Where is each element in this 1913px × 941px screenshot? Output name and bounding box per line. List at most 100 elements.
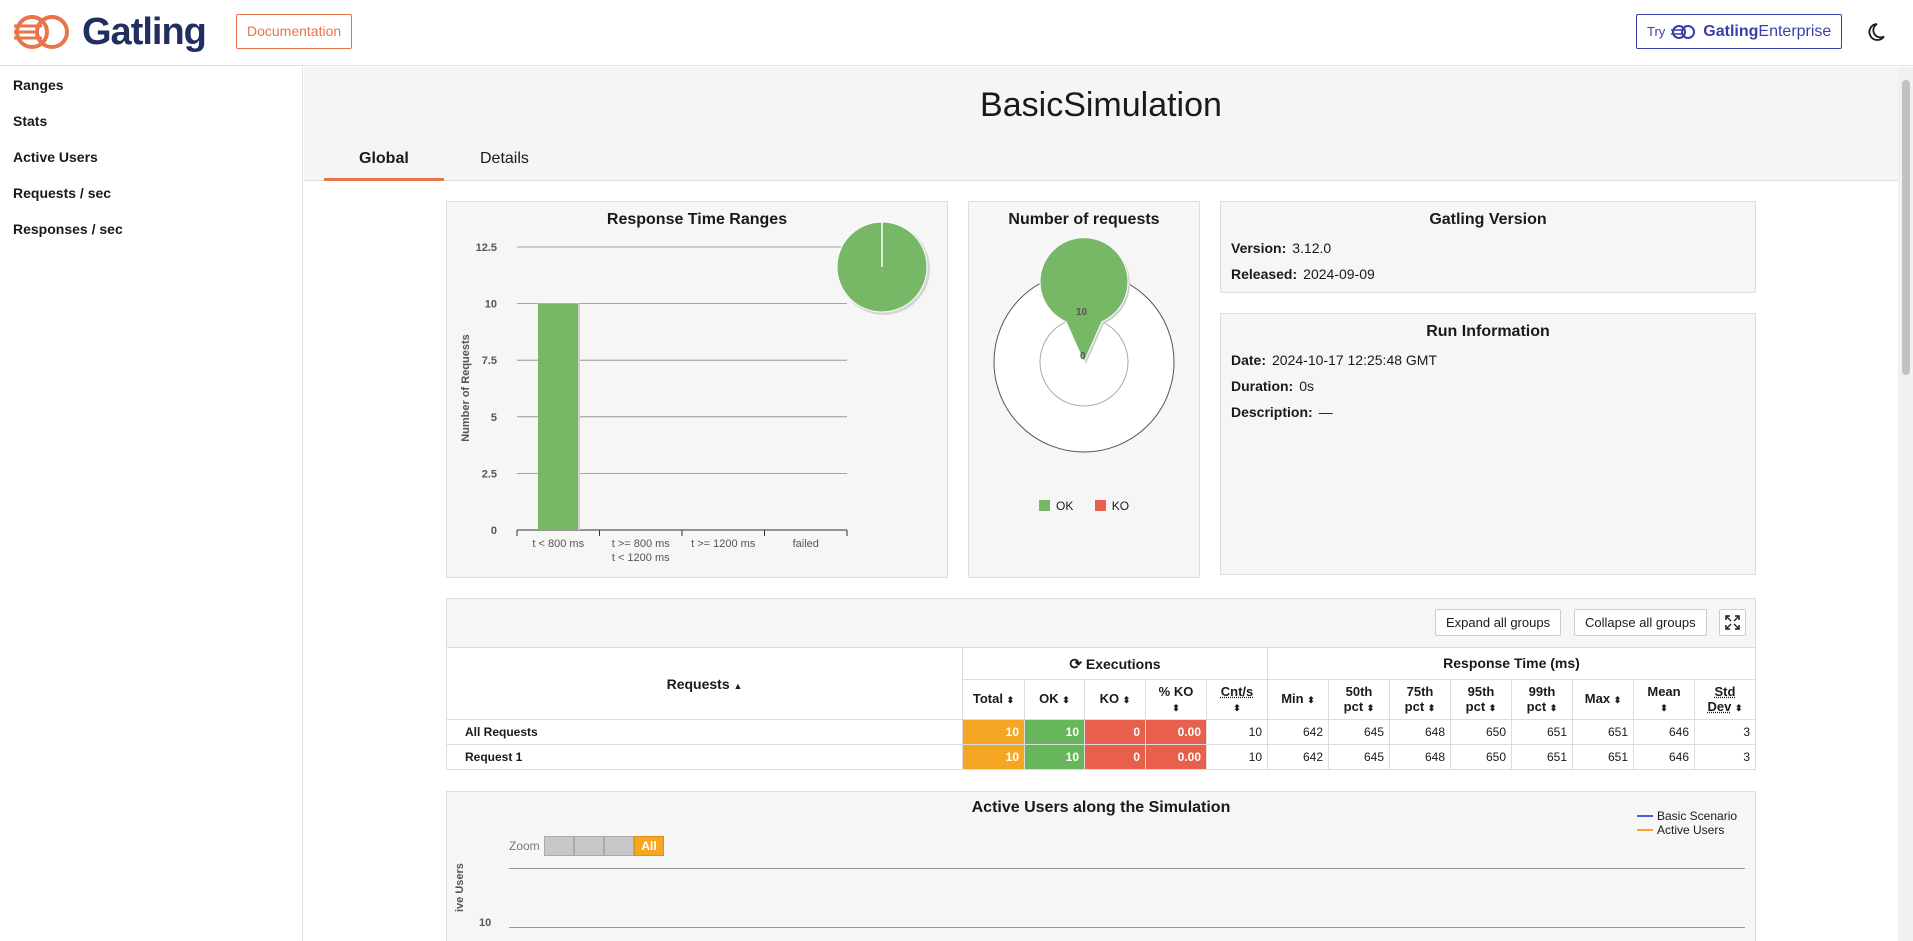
try-enterprise-button[interactable]: Try GatlingEnterprise (1636, 14, 1842, 49)
sidebar: Ranges Stats Active Users Requests / sec… (0, 67, 303, 941)
active-users-card: Active Users along the Simulation Basic … (446, 791, 1756, 941)
page-title: BasicSimulation (304, 86, 1898, 125)
cell-mean: 646 (1634, 745, 1695, 770)
cell-std: 3 (1695, 745, 1756, 770)
col-75th-pct[interactable]: 75th pct ⬍ (1390, 680, 1451, 720)
refresh-icon: ⟳ (1069, 656, 1082, 673)
run-info-title: Run Information (1221, 323, 1755, 341)
cell-p95: 650 (1451, 745, 1512, 770)
col-cnt-per-sec[interactable]: Cnt/s ⬍ (1207, 680, 1268, 720)
col-ok[interactable]: OK ⬍ (1025, 680, 1085, 720)
legend-line-active-users (1637, 829, 1653, 831)
bar (538, 304, 578, 530)
cell-total: 10 (963, 720, 1025, 745)
y-axis-label: ive Users (454, 863, 466, 912)
y-tick-label: 5 (491, 412, 497, 424)
released-row: Released: 2024-09-09 (1231, 266, 1375, 282)
table-row[interactable]: Request 1 10 10 0 0.00 10 642 645 648 65… (447, 745, 1756, 770)
cell-p75: 648 (1390, 720, 1451, 745)
cell-std: 3 (1695, 720, 1756, 745)
col-min[interactable]: Min ⬍ (1268, 680, 1329, 720)
row-name[interactable]: Request 1 (447, 745, 963, 770)
gatling-version-card: Gatling Version Version: 3.12.0 Released:… (1220, 201, 1756, 293)
expand-all-groups-button[interactable]: Expand all groups (1435, 609, 1561, 636)
sort-asc-icon: ▲ (734, 681, 743, 691)
cell-total: 10 (963, 745, 1025, 770)
duration-value: 0s (1299, 378, 1314, 394)
ko-value-label: 0 (1080, 351, 1086, 362)
version-value: 3.12.0 (1292, 240, 1331, 256)
legend-swatch-ko (1095, 500, 1106, 511)
cell-p99: 651 (1512, 720, 1573, 745)
zoom-button-3[interactable] (604, 836, 634, 856)
top-bar: Gatling Documentation Try GatlingEnterpr… (0, 0, 1913, 66)
sidebar-item-responses-per-sec[interactable]: Responses / sec (13, 221, 123, 237)
tab-global[interactable]: Global (359, 150, 409, 168)
col-50th-pct[interactable]: 50th pct ⬍ (1329, 680, 1390, 720)
sidebar-item-ranges[interactable]: Ranges (13, 77, 64, 93)
version-title: Gatling Version (1221, 211, 1755, 229)
active-users-legend: Basic Scenario Active Users (1637, 809, 1737, 837)
requests-pie-chart: 100 (969, 202, 1199, 542)
col-mean[interactable]: Mean ⬍ (1634, 680, 1695, 720)
zoom-button-1[interactable] (544, 836, 574, 856)
active-tab-indicator (324, 178, 444, 181)
legend-item-basic-scenario[interactable]: Basic Scenario (1637, 809, 1737, 823)
cell-p50: 645 (1329, 745, 1390, 770)
y-tick-label: 0 (491, 525, 497, 537)
legend-item-active-users[interactable]: Active Users (1637, 823, 1737, 837)
response-time-ranges-card: Response Time Ranges 0 2.5 5 7.5 10 12.5 Numbe… (446, 201, 948, 578)
ranges-chart: 02.557.51012.5Number of Requestst < 800 … (447, 202, 947, 577)
y-tick-label: 7.5 (482, 355, 497, 367)
zoom-range-line (509, 868, 1745, 869)
documentation-button[interactable]: Documentation (236, 14, 352, 49)
x-tick-label: t >= 1200 ms (691, 538, 756, 550)
sidebar-item-stats[interactable]: Stats (13, 113, 47, 129)
cell-ko: 0 (1085, 745, 1146, 770)
col-95th-pct[interactable]: 95th pct ⬍ (1451, 680, 1512, 720)
legend-item-ko[interactable]: KO (1095, 499, 1129, 513)
cell-pct-ko: 0.00 (1146, 745, 1207, 770)
try-label: Try (1647, 24, 1665, 39)
version-row: Version: 3.12.0 (1231, 240, 1331, 256)
y-tick-label: 10 (485, 299, 497, 311)
col-99th-pct[interactable]: 99th pct ⬍ (1512, 680, 1573, 720)
legend-item-ok[interactable]: OK (1039, 499, 1073, 513)
tabs-divider (304, 180, 1898, 181)
zoom-all-button[interactable]: All (634, 836, 664, 856)
cell-max: 651 (1573, 745, 1634, 770)
cell-cnt: 10 (1207, 745, 1268, 770)
cell-max: 651 (1573, 720, 1634, 745)
legend-line-basic-scenario (1637, 815, 1653, 817)
fullscreen-button[interactable] (1719, 609, 1746, 636)
gatling-logo[interactable]: Gatling (12, 12, 206, 52)
col-pct-ko[interactable]: % KO ⬍ (1146, 680, 1207, 720)
col-std-dev[interactable]: Std Dev ⬍ (1695, 680, 1756, 720)
tab-details[interactable]: Details (480, 150, 529, 168)
col-total[interactable]: Total ⬍ (963, 680, 1025, 720)
zoom-button-2[interactable] (574, 836, 604, 856)
col-ko[interactable]: KO ⬍ (1085, 680, 1146, 720)
number-of-requests-card: Number of requests 10 0 OK KO (968, 201, 1200, 578)
x-tick-label: failed (793, 538, 819, 550)
scrollbar-thumb[interactable] (1902, 80, 1910, 375)
duration-row: Duration: 0s (1231, 378, 1314, 394)
enterprise-logo-icon (1671, 24, 1697, 40)
col-max[interactable]: Max ⬍ (1573, 680, 1634, 720)
run-information-card: Run Information Date: 2024-10-17 12:25:48… (1220, 313, 1756, 575)
enterprise-name: GatlingEnterprise (1703, 23, 1831, 41)
cell-min: 642 (1268, 720, 1329, 745)
collapse-all-groups-button[interactable]: Collapse all groups (1574, 609, 1707, 636)
sidebar-item-active-users[interactable]: Active Users (13, 149, 98, 165)
stats-table: Requests ▲ ⟳ Executions Response Time (m… (446, 647, 1756, 770)
requests-legend: OK KO (1039, 499, 1129, 513)
requests-header[interactable]: Requests ▲ (447, 648, 963, 720)
table-row[interactable]: All Requests 10 10 0 0.00 10 642 645 648… (447, 720, 1756, 745)
row-name[interactable]: All Requests (447, 720, 963, 745)
cell-p75: 648 (1390, 745, 1451, 770)
cell-min: 642 (1268, 745, 1329, 770)
sidebar-item-requests-per-sec[interactable]: Requests / sec (13, 185, 111, 201)
released-value: 2024-09-09 (1303, 266, 1375, 282)
moon-icon[interactable] (1866, 20, 1890, 44)
x-tick-label: t >= 800 ms (612, 538, 671, 550)
